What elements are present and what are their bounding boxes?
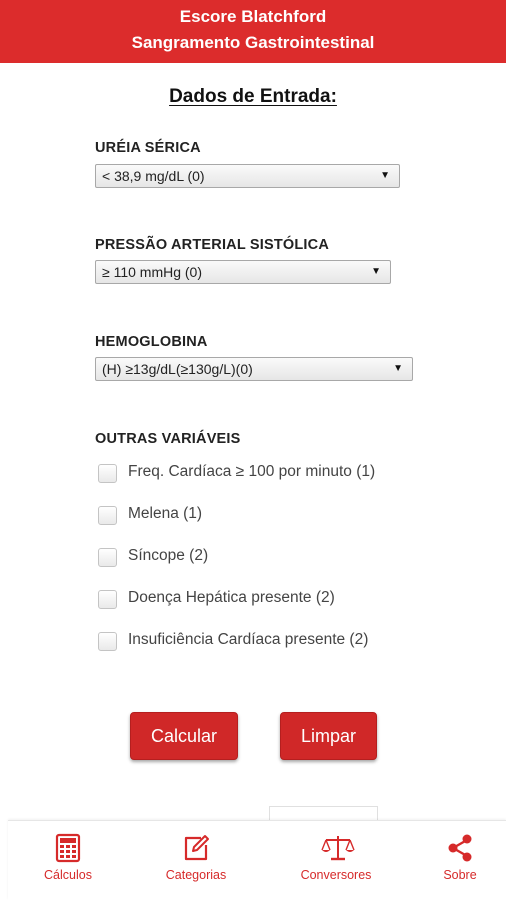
ureia-select[interactable]: < 38,9 mg/dL (0) ▼ (95, 164, 400, 188)
hemoglobina-select-value: (H) ≥13g/dL(≥130g/L)(0) (102, 361, 253, 377)
outras-variaveis-label: OUTRAS VARIÁVEIS (95, 431, 241, 447)
tab-conversores-label: Conversores (300, 868, 372, 882)
tab-categorias[interactable]: Categorias (146, 821, 246, 891)
checkbox-label: Síncope (2) (128, 547, 209, 564)
tab-calculos[interactable]: Cálculos (16, 821, 120, 891)
checkbox-box[interactable] (98, 548, 117, 567)
chevron-down-icon: ▼ (393, 363, 403, 374)
app-header: Escore Blatchford Sangramento Gastrointe… (0, 0, 506, 63)
share-icon (445, 833, 475, 863)
chevron-down-icon: ▼ (380, 170, 390, 181)
chevron-down-icon: ▼ (371, 266, 381, 277)
calcular-button[interactable]: Calcular (130, 712, 238, 760)
limpar-button[interactable]: Limpar (280, 712, 377, 760)
edit-icon (181, 833, 211, 863)
checkbox-label: Melena (1) (128, 505, 203, 522)
bottom-tab-bar: Cálculos Categorias Conversores Sobre (8, 820, 506, 900)
tab-conversores[interactable]: Conversores (286, 821, 386, 891)
tab-calculos-label: Cálculos (44, 868, 92, 882)
checkbox-box[interactable] (98, 632, 117, 651)
app-title-line1: Escore Blatchford (179, 7, 327, 26)
section-title: Dados de Entrada: (169, 86, 337, 107)
pressao-select-value: ≥ 110 mmHg (0) (102, 264, 203, 280)
tab-categorias-label: Categorias (165, 868, 227, 882)
checkbox-box[interactable] (98, 590, 117, 609)
tab-sobre-label: Sobre (443, 868, 477, 882)
pressao-select[interactable]: ≥ 110 mmHg (0) ▼ (95, 260, 391, 284)
checkbox-box[interactable] (98, 506, 117, 525)
ureia-label: URÉIA SÉRICA (95, 140, 201, 156)
pressao-label: PRESSÃO ARTERIAL SISTÓLICA (95, 237, 329, 253)
scale-icon (321, 833, 355, 863)
tab-sobre[interactable]: Sobre (420, 821, 500, 891)
app-title-line2: Sangramento Gastrointestinal (131, 33, 375, 52)
checkbox-box[interactable] (98, 464, 117, 483)
checkbox-label: Doença Hepática presente (2) (128, 589, 335, 606)
hemoglobina-select[interactable]: (H) ≥13g/dL(≥130g/L)(0) ▼ (95, 357, 413, 381)
checkbox-label: Freq. Cardíaca ≥ 100 por minuto (1) (128, 463, 376, 480)
hemoglobina-label: HEMOGLOBINA (95, 334, 208, 350)
calculator-icon (53, 833, 83, 863)
ureia-select-value: < 38,9 mg/dL (0) (102, 168, 205, 184)
checkbox-label: Insuficiência Cardíaca presente (2) (128, 631, 369, 648)
